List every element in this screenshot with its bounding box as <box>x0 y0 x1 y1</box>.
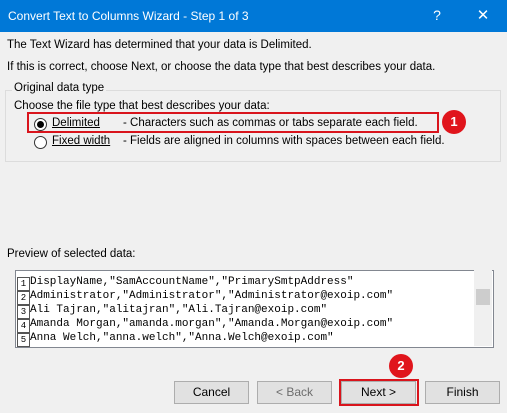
title-bar: Convert Text to Columns Wizard - Step 1 … <box>0 0 507 32</box>
fixed-width-description: - Fields are aligned in columns with spa… <box>123 135 445 147</box>
next-highlight-box <box>339 379 419 406</box>
fixed-width-label[interactable]: Fixed width <box>52 135 110 147</box>
annotation-marker-1: 1 <box>442 110 466 134</box>
help-button[interactable]: ? <box>427 7 447 23</box>
row-number: 2 <box>17 291 30 305</box>
finish-button[interactable]: Finish <box>425 381 500 404</box>
scroll-thumb[interactable] <box>476 289 490 305</box>
preview-row: Amanda Morgan,"amanda.morgan","Amanda.Mo… <box>30 318 394 330</box>
window-title: Convert Text to Columns Wizard - Step 1 … <box>8 9 249 23</box>
preview-label: Preview of selected data: <box>7 248 136 260</box>
close-button[interactable]: ✕ <box>470 6 496 24</box>
preview-row: DisplayName,"SamAccountName","PrimarySmt… <box>30 276 354 288</box>
intro-line-2: If this is correct, choose Next, or choo… <box>7 61 436 73</box>
preview-row: Administrator,"Administrator","Administr… <box>30 290 394 302</box>
preview-row: Anna Welch,"anna.welch","Anna.Welch@exoi… <box>30 332 334 344</box>
back-button[interactable]: < Back <box>257 381 332 404</box>
row-number: 5 <box>17 333 30 347</box>
row-number: 4 <box>17 319 30 333</box>
row-number: 3 <box>17 305 30 319</box>
preview-row: Ali Tajran,"alitajran","Ali.Tajran@exoip… <box>30 304 328 316</box>
group-title: Original data type <box>12 82 107 94</box>
preview-box: 1 DisplayName,"SamAccountName","PrimaryS… <box>15 270 494 348</box>
fixed-width-radio[interactable] <box>34 136 47 149</box>
cancel-button[interactable]: Cancel <box>174 381 249 404</box>
group-prompt: Choose the file type that best describes… <box>14 100 270 112</box>
annotation-marker-2: 2 <box>389 354 413 378</box>
row-number: 1 <box>17 277 30 291</box>
intro-line-1: The Text Wizard has determined that your… <box>7 39 312 51</box>
preview-scrollbar[interactable] <box>474 270 492 346</box>
delimited-highlight-box <box>27 112 439 133</box>
